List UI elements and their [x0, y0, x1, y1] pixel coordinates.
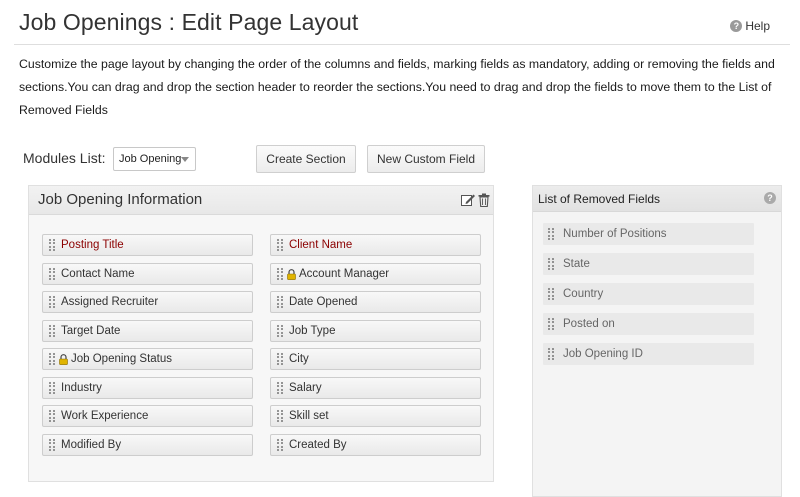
layout-field[interactable]: Job Opening Status: [42, 348, 253, 370]
lock-icon: [59, 353, 68, 365]
removed-field-label: Posted on: [563, 318, 615, 330]
field-label: Job Type: [289, 325, 336, 337]
layout-field[interactable]: Assigned Recruiter: [42, 291, 253, 313]
removed-fields-header: List of Removed Fields ?: [533, 186, 781, 212]
page-description: Customize the page layout by changing th…: [19, 57, 775, 117]
layout-field[interactable]: Account Manager: [270, 263, 481, 285]
help-circle-icon: ?: [730, 20, 743, 32]
lock-icon: [287, 268, 296, 280]
layout-field[interactable]: Modified By: [42, 434, 253, 456]
help-link[interactable]: ? Help: [730, 19, 770, 33]
layout-field[interactable]: Client Name: [270, 234, 481, 256]
drag-handle-icon[interactable]: [49, 296, 55, 308]
drag-handle-icon[interactable]: [49, 410, 55, 422]
drag-handle-icon[interactable]: [277, 439, 283, 451]
removed-field-label: Number of Positions: [563, 228, 667, 240]
field-label: Account Manager: [299, 268, 390, 280]
section-job-opening-information: Job Opening Information Posting Title Con…: [28, 185, 494, 482]
layout-field[interactable]: City: [270, 348, 481, 370]
removed-fields-panel: List of Removed Fields ? Number of Posit…: [532, 185, 782, 497]
drag-handle-icon[interactable]: [49, 439, 55, 451]
drag-handle-icon[interactable]: [548, 348, 554, 360]
modules-list-label: Modules List:: [23, 150, 106, 166]
modules-select-value: Job Opening: [119, 153, 182, 165]
drag-handle-icon[interactable]: [49, 239, 55, 251]
removed-fields-title: List of Removed Fields: [538, 192, 661, 206]
removed-field-item[interactable]: Country: [543, 283, 754, 305]
edit-icon[interactable]: [460, 192, 476, 208]
field-label: Skill set: [289, 410, 329, 422]
removed-field-label: State: [563, 258, 590, 270]
chevron-down-icon: [181, 157, 189, 162]
field-label: Created By: [289, 439, 347, 451]
drag-handle-icon[interactable]: [277, 239, 283, 251]
layout-field[interactable]: Salary: [270, 377, 481, 399]
help-circle-icon[interactable]: ?: [764, 192, 776, 204]
drag-handle-icon[interactable]: [548, 288, 554, 300]
title-divider: [14, 44, 790, 45]
help-label: Help: [745, 19, 770, 33]
drag-handle-icon[interactable]: [548, 258, 554, 270]
field-label: Contact Name: [61, 268, 135, 280]
layout-field[interactable]: Work Experience: [42, 405, 253, 427]
removed-field-item[interactable]: Job Opening ID: [543, 343, 754, 365]
field-label: Client Name: [289, 239, 353, 251]
drag-handle-icon[interactable]: [548, 318, 554, 330]
drag-handle-icon[interactable]: [277, 410, 283, 422]
drag-handle-icon[interactable]: [49, 268, 55, 280]
field-label: Date Opened: [289, 296, 358, 308]
drag-handle-icon[interactable]: [49, 325, 55, 337]
trash-icon[interactable]: [476, 192, 492, 208]
field-label: Posting Title: [61, 239, 124, 251]
removed-field-label: Job Opening ID: [563, 348, 643, 360]
drag-handle-icon[interactable]: [277, 268, 283, 280]
modules-list-select[interactable]: Job Opening: [113, 147, 196, 171]
field-label: Assigned Recruiter: [61, 296, 159, 308]
section-header[interactable]: Job Opening Information: [29, 186, 493, 215]
layout-field[interactable]: Job Type: [270, 320, 481, 342]
drag-handle-icon[interactable]: [49, 382, 55, 394]
layout-field[interactable]: Date Opened: [270, 291, 481, 313]
removed-field-item[interactable]: Posted on: [543, 313, 754, 335]
field-label: Salary: [289, 382, 322, 394]
new-custom-field-button[interactable]: New Custom Field: [367, 145, 485, 173]
field-label: Modified By: [61, 439, 122, 451]
removed-field-item[interactable]: State: [543, 253, 754, 275]
field-label: Work Experience: [61, 410, 149, 422]
drag-handle-icon[interactable]: [277, 296, 283, 308]
layout-field[interactable]: Skill set: [270, 405, 481, 427]
drag-handle-icon[interactable]: [277, 353, 283, 365]
layout-field[interactable]: Posting Title: [42, 234, 253, 256]
drag-handle-icon[interactable]: [277, 325, 283, 337]
create-section-button[interactable]: Create Section: [256, 145, 356, 173]
layout-field[interactable]: Created By: [270, 434, 481, 456]
drag-handle-icon[interactable]: [277, 382, 283, 394]
layout-field[interactable]: Industry: [42, 377, 253, 399]
field-label: City: [289, 353, 309, 365]
drag-handle-icon[interactable]: [49, 353, 55, 365]
page-title: Job Openings : Edit Page Layout: [19, 9, 359, 35]
field-label: Job Opening Status: [71, 353, 173, 365]
drag-handle-icon[interactable]: [548, 228, 554, 240]
removed-field-label: Country: [563, 288, 604, 300]
section-title: Job Opening Information: [38, 191, 203, 208]
field-label: Industry: [61, 382, 102, 394]
layout-field[interactable]: Target Date: [42, 320, 253, 342]
layout-field[interactable]: Contact Name: [42, 263, 253, 285]
removed-field-item[interactable]: Number of Positions: [543, 223, 754, 245]
field-label: Target Date: [61, 325, 121, 337]
